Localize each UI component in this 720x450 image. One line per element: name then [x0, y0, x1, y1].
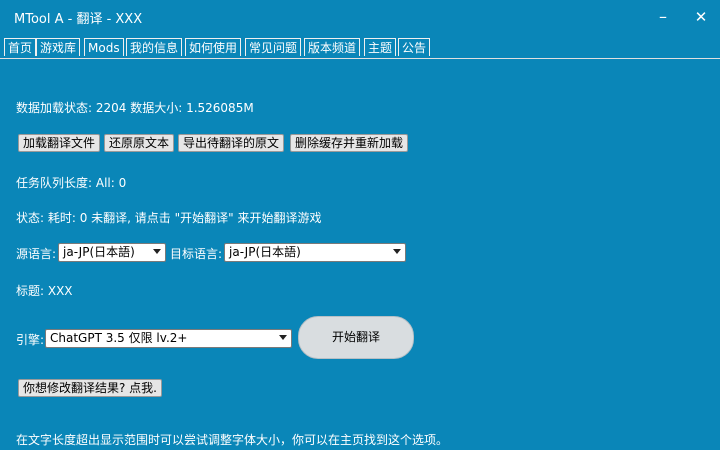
- modify-translation-button[interactable]: 你想修改翻译结果? 点我.: [18, 379, 162, 397]
- target-language-value: ja-JP(日本語): [229, 245, 301, 259]
- font-size-hint: 在文字长度超出显示范围时可以尝试调整字体大小，你可以在主页找到这个选项。: [16, 433, 449, 447]
- target-language-select[interactable]: ja-JP(日本語): [224, 243, 406, 262]
- tab-how-to-use[interactable]: 如何使用: [185, 38, 242, 56]
- tab-theme[interactable]: 主题: [364, 38, 397, 56]
- minimize-button[interactable]: –: [650, 5, 676, 29]
- tab-version-channel[interactable]: 版本频道: [304, 38, 361, 56]
- close-button[interactable]: ✕: [688, 5, 714, 29]
- tab-my-info[interactable]: 我的信息: [126, 38, 183, 56]
- source-language-label: 源语言:: [16, 247, 57, 261]
- tab-mods[interactable]: Mods: [84, 38, 124, 56]
- chevron-down-icon: [279, 335, 287, 340]
- tab-announcement[interactable]: 公告: [398, 38, 431, 56]
- window-title: MTool A - 翻译 - XXX: [14, 12, 143, 27]
- target-language-label: 目标语言:: [170, 247, 223, 261]
- data-load-status: 数据加载状态: 2204 数据大小: 1.526085M: [16, 101, 254, 115]
- chevron-down-icon: [153, 249, 161, 254]
- clear-cache-reload-button[interactable]: 删除缓存并重新加载: [290, 134, 409, 152]
- tab-home[interactable]: 首页: [4, 38, 37, 56]
- export-untranslated-button[interactable]: 导出待翻译的原文: [178, 134, 285, 152]
- title-bar: MTool A - 翻译 - XXX – ✕: [0, 0, 720, 34]
- engine-label: 引擎:: [16, 333, 45, 347]
- queue-status: 任务队列长度: All: 0: [16, 176, 127, 190]
- translation-state: 状态: 耗时: 0 未翻译, 请点击 "开始翻译" 来开始翻译游戏: [16, 211, 322, 225]
- tab-faq[interactable]: 常见问题: [245, 38, 302, 56]
- start-translation-button[interactable]: 开始翻译: [298, 316, 414, 359]
- game-title: 标题: XXX: [16, 284, 73, 298]
- engine-select[interactable]: ChatGPT 3.5 仅限 lv.2+: [45, 329, 292, 348]
- tab-strip: 首页 游戏库 Mods 我的信息 如何使用 常见问题 版本频道 主题 公告: [0, 36, 720, 59]
- tab-game-library[interactable]: 游戏库: [36, 38, 81, 56]
- restore-original-button[interactable]: 还原原文本: [104, 134, 175, 152]
- load-translation-button[interactable]: 加载翻译文件: [18, 134, 101, 152]
- source-language-select[interactable]: ja-JP(日本語): [58, 243, 166, 262]
- source-language-value: ja-JP(日本語): [63, 245, 135, 259]
- app-window: MTool A - 翻译 - XXX – ✕ 首页 游戏库 Mods 我的信息 …: [0, 0, 720, 450]
- chevron-down-icon: [393, 249, 401, 254]
- engine-value: ChatGPT 3.5 仅限 lv.2+: [50, 331, 188, 345]
